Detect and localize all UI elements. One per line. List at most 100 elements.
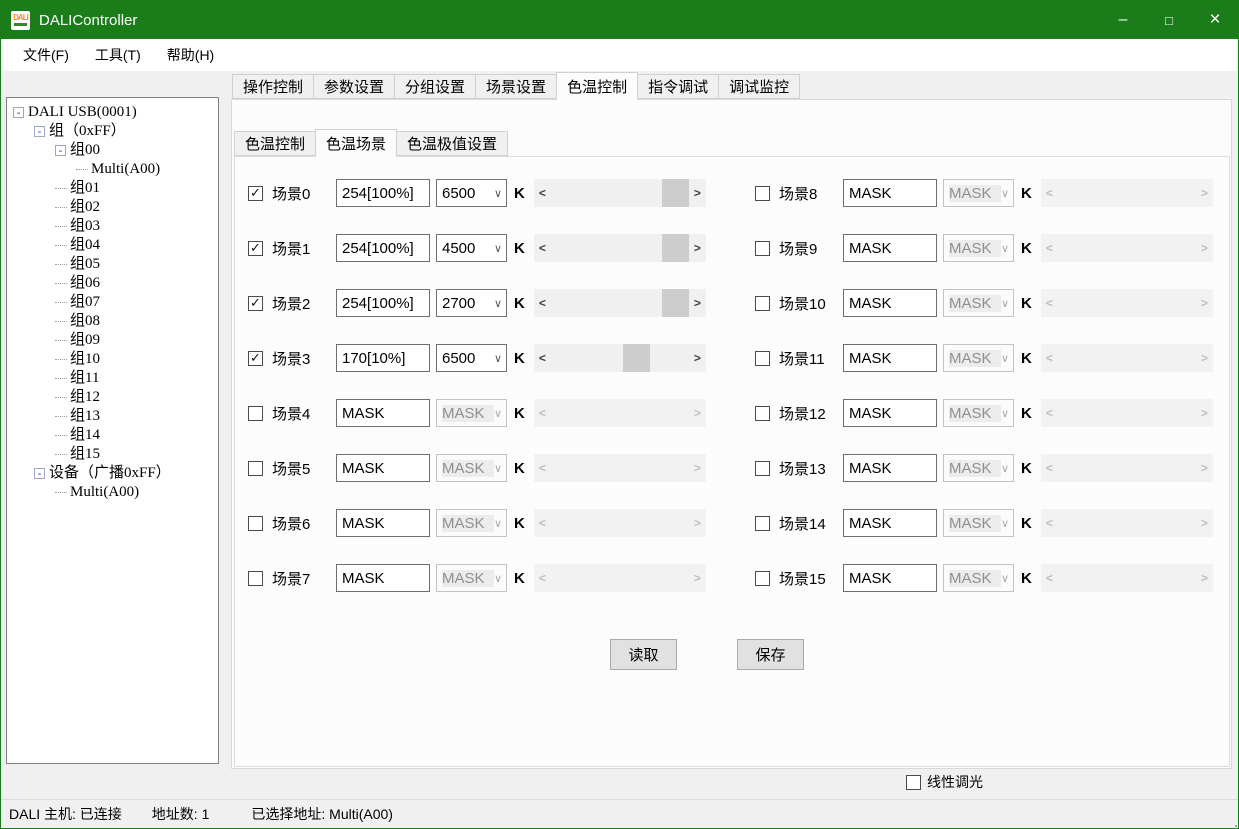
color-temp-select[interactable]: 6500∨ [436,179,507,207]
scene-label: 场景10 [779,293,843,314]
scrollbar-thumb[interactable] [662,179,689,207]
scene-level-input[interactable] [843,344,937,372]
scene-checkbox[interactable] [755,351,770,366]
tab-指令调试[interactable]: 指令调试 [637,74,719,99]
tree-item[interactable]: -设备（广播0xFF） [7,464,218,483]
menu-item[interactable]: 工具(T) [82,39,154,71]
maximize-icon[interactable]: □ [1146,1,1192,39]
scroll-right-icon[interactable]: > [689,234,706,262]
scroll-right-icon[interactable]: > [689,344,706,372]
subtab-色温控制[interactable]: 色温控制 [234,131,316,156]
tree-item[interactable]: -DALI USB(0001) [7,103,218,122]
tab-场景设置[interactable]: 场景设置 [475,74,557,99]
tree-collapse-icon[interactable]: - [13,107,24,118]
scene-level-input[interactable] [336,454,430,482]
scene-checkbox[interactable] [755,571,770,586]
tree-item[interactable]: 组07 [7,293,218,312]
tab-分组设置[interactable]: 分组设置 [394,74,476,99]
scene-checkbox[interactable] [755,461,770,476]
scene-level-input[interactable] [843,289,937,317]
tree-item[interactable]: 组03 [7,217,218,236]
scene-checkbox[interactable] [755,241,770,256]
scrollbar-thumb[interactable] [662,234,689,262]
save-button[interactable]: 保存 [737,639,804,670]
minimize-icon[interactable]: – [1100,1,1146,39]
scene-level-input[interactable] [843,564,937,592]
scene-level-input[interactable] [336,179,430,207]
color-temp-select[interactable]: 4500∨ [436,234,507,262]
scene-level-input[interactable] [336,399,430,427]
scene-checkbox[interactable] [755,406,770,421]
scene-checkbox[interactable]: ✓ [248,296,263,311]
linear-dimming-checkbox[interactable] [906,775,921,790]
scroll-right-icon[interactable]: > [689,179,706,207]
resize-grip-icon[interactable] [1231,821,1233,823]
tab-操作控制[interactable]: 操作控制 [232,74,314,99]
scrollbar-thumb[interactable] [662,289,689,317]
tab-色温控制[interactable]: 色温控制 [556,72,638,100]
scene-checkbox[interactable] [248,516,263,531]
scroll-left-icon[interactable]: < [534,289,551,317]
scene-level-input[interactable] [843,179,937,207]
tree-item[interactable]: 组04 [7,236,218,255]
subtab-色温极值设置[interactable]: 色温极值设置 [396,131,508,156]
scene-checkbox[interactable] [248,406,263,421]
scroll-left-icon[interactable]: < [534,234,551,262]
tree-item[interactable]: 组06 [7,274,218,293]
tree-item[interactable]: 组14 [7,426,218,445]
tree-item[interactable]: 组09 [7,331,218,350]
device-tree[interactable]: -DALI USB(0001)-组（0xFF）-组00Multi(A00)组01… [6,97,219,764]
scene-checkbox[interactable]: ✓ [248,241,263,256]
scene-level-input[interactable] [336,344,430,372]
scroll-right-icon[interactable]: > [689,289,706,317]
scene-checkbox[interactable] [755,516,770,531]
color-temp-select[interactable]: 6500∨ [436,344,507,372]
scene-level-input[interactable] [336,289,430,317]
tab-参数设置[interactable]: 参数设置 [313,74,395,99]
scroll-left-icon[interactable]: < [534,344,551,372]
tree-collapse-icon[interactable]: - [55,145,66,156]
scene-checkbox[interactable] [248,461,263,476]
tree-item[interactable]: 组02 [7,198,218,217]
scene-level-input[interactable] [843,234,937,262]
tree-item[interactable]: -组00 [7,141,218,160]
tree-item[interactable]: 组13 [7,407,218,426]
tree-item[interactable]: 组10 [7,350,218,369]
tree-item[interactable]: 组15 [7,445,218,464]
scene-level-input[interactable] [843,399,937,427]
scene-level-input[interactable] [336,564,430,592]
level-scrollbar[interactable]: <> [534,179,706,207]
scroll-left-icon[interactable]: < [534,179,551,207]
tab-调试监控[interactable]: 调试监控 [718,74,800,99]
scene-checkbox[interactable] [248,571,263,586]
menu-item[interactable]: 文件(F) [10,39,82,71]
tree-collapse-icon[interactable]: - [34,126,45,137]
menu-item[interactable]: 帮助(H) [154,39,227,71]
subtab-色温场景[interactable]: 色温场景 [315,129,397,157]
scene-checkbox[interactable]: ✓ [248,351,263,366]
tree-item[interactable]: 组08 [7,312,218,331]
tree-collapse-icon[interactable]: - [34,468,45,479]
scrollbar-thumb[interactable] [623,344,650,372]
scene-level-input[interactable] [336,509,430,537]
level-scrollbar[interactable]: <> [534,234,706,262]
tree-item[interactable]: 组05 [7,255,218,274]
scene-level-input[interactable] [336,234,430,262]
tree-item[interactable]: Multi(A00) [7,483,218,502]
scene-level-input[interactable] [843,454,937,482]
scene-checkbox[interactable]: ✓ [248,186,263,201]
scroll-left-icon: < [1041,289,1058,317]
tree-item[interactable]: 组01 [7,179,218,198]
color-temp-select[interactable]: 2700∨ [436,289,507,317]
tree-item[interactable]: 组12 [7,388,218,407]
scene-level-input[interactable] [843,509,937,537]
tree-item[interactable]: -组（0xFF） [7,122,218,141]
scene-checkbox[interactable] [755,186,770,201]
level-scrollbar[interactable]: <> [534,344,706,372]
read-button[interactable]: 读取 [610,639,677,670]
level-scrollbar[interactable]: <> [534,289,706,317]
tree-item[interactable]: 组11 [7,369,218,388]
close-icon[interactable]: × [1192,1,1238,39]
scene-checkbox[interactable] [755,296,770,311]
tree-item[interactable]: Multi(A00) [7,160,218,179]
